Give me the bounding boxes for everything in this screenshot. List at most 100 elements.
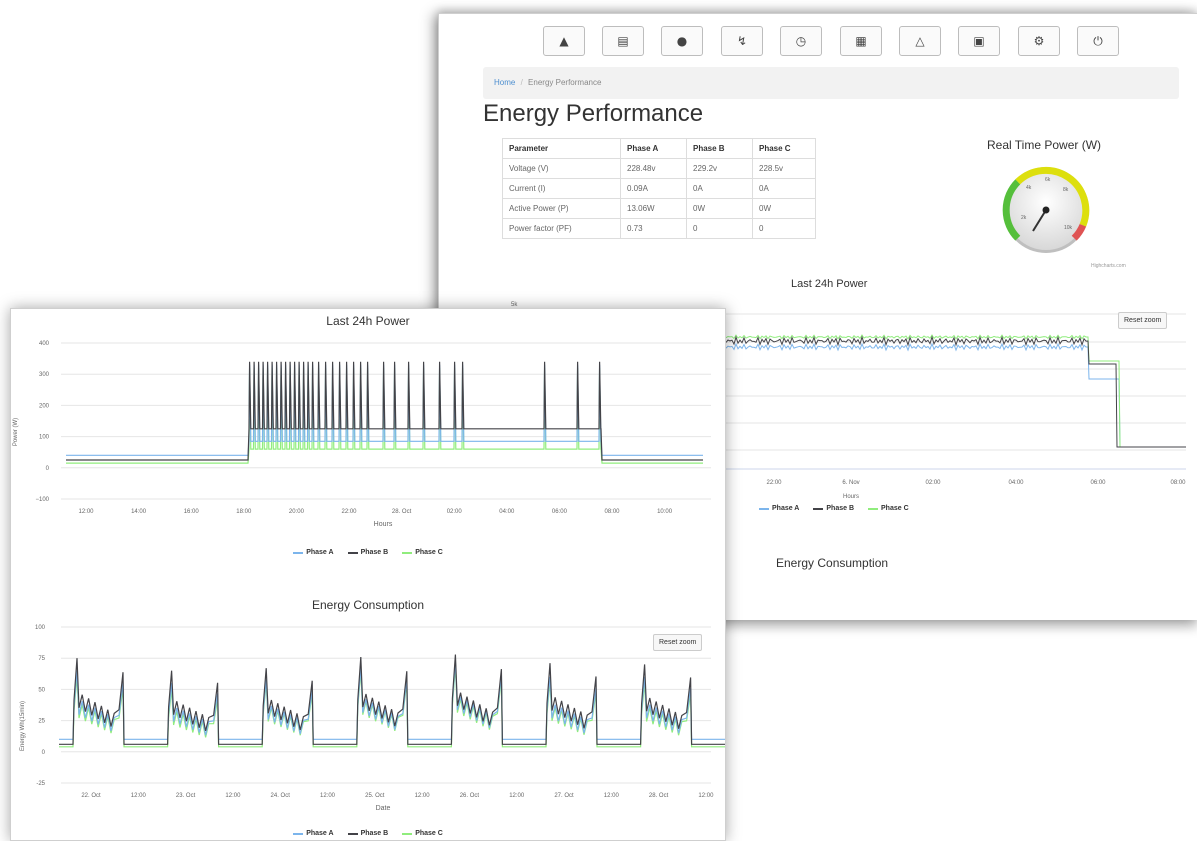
x-tick-label: 6. Nov — [842, 480, 859, 486]
legend-mark — [402, 832, 413, 835]
legend-item-phase-a[interactable]: Phase A — [293, 830, 334, 837]
energy-chart-title: Energy Consumption — [311, 598, 425, 612]
power-icon[interactable]: ⏻ — [1077, 26, 1119, 56]
legend-label: Phase A — [306, 549, 334, 556]
y-tick-label: −100 — [35, 497, 49, 503]
users-icon[interactable]: ● — [661, 26, 703, 56]
x-axis-title: Hours — [843, 494, 859, 500]
legend-item-phase-c[interactable]: Phase C — [868, 505, 909, 512]
gauge-tick-label: 6k — [1045, 177, 1051, 183]
x-tick-label: 16:00 — [184, 509, 200, 515]
bell-icon[interactable]: △ — [899, 26, 941, 56]
x-tick-label: 25. Oct — [365, 793, 385, 799]
table-cell: Power factor (PF) — [502, 218, 621, 239]
legend-label: Phase B — [360, 830, 389, 837]
y-tick-label: 0 — [42, 750, 46, 756]
gauge-title: Real Time Power (W) — [987, 138, 1102, 152]
x-tick-label: 28. Oct — [649, 793, 669, 799]
gauge-credit: Highcharts.com — [1091, 263, 1126, 269]
back-reset-zoom-button[interactable]: Reset zoom — [1118, 312, 1168, 329]
legend-item-phase-a[interactable]: Phase A — [759, 505, 799, 512]
legend-item-phase-c[interactable]: Phase C — [402, 549, 443, 556]
sitemap-icon[interactable]: ▲ — [543, 26, 585, 56]
table-row: Power factor (PF) 0.73 0 0 — [502, 218, 816, 239]
x-tick-label: 04:00 — [1008, 480, 1024, 486]
reset-zoom-button[interactable]: Reset zoom — [653, 634, 703, 651]
table-cell: 0.09A — [620, 178, 687, 199]
x-axis-title: Hours — [374, 521, 393, 528]
table-row: Current (I) 0.09A 0A 0A — [502, 178, 816, 199]
back-power-chart: 22:00 6. Nov 02:00 04:00 06:00 08:00 Hou… — [726, 313, 1186, 500]
legend-mark — [402, 551, 413, 554]
x-tick-label: 24. Oct — [271, 793, 291, 799]
charts-window: Last 24h Power 400 300 200 100 0 −100 12:00 14:… — [10, 308, 726, 841]
table-header: Phase B — [686, 138, 753, 159]
x-tick-label: 02:00 — [925, 480, 941, 486]
x-tick-label: 22:00 — [766, 480, 782, 486]
bolt-icon[interactable]: ↯ — [721, 26, 763, 56]
table-header: Parameter — [502, 138, 621, 159]
x-tick-label: 18:00 — [236, 509, 252, 515]
legend-mark — [293, 832, 304, 835]
x-tick-label: 20:00 — [289, 509, 305, 515]
legend-label: Phase A — [306, 830, 334, 837]
picture-icon[interactable]: ▣ — [958, 26, 1000, 56]
clock-icon[interactable]: ◷ — [780, 26, 822, 56]
table-cell: 228.48v — [620, 158, 687, 179]
table-row: Voltage (V) 228.48v 229.2v 228.5v — [502, 158, 816, 179]
x-tick-label: 02:00 — [447, 509, 463, 515]
legend-mark — [347, 551, 358, 554]
power-chart: 400 300 200 100 0 −100 12:00 14:00 16:00 18:00 20:… — [13, 341, 711, 528]
gear-icon[interactable]: ⚙ — [1018, 26, 1060, 56]
x-tick-label: 12:00 — [509, 793, 525, 799]
y-tick-label: 25 — [38, 719, 45, 725]
gauge-pivot — [1042, 206, 1050, 214]
breadcrumb: Home / Energy Performance — [483, 67, 1179, 99]
breadcrumb-separator: / — [520, 78, 523, 87]
legend-item-phase-c[interactable]: Phase C — [402, 830, 443, 837]
legend-item-phase-b[interactable]: Phase B — [347, 549, 388, 556]
legend-item-phase-a[interactable]: Phase A — [293, 549, 334, 556]
table-row: Active Power (P) 13.06W 0W 0W — [502, 198, 816, 219]
legend-label: Phase B — [826, 505, 854, 512]
y-tick-label: 400 — [39, 341, 50, 347]
breadcrumb-home-link[interactable]: Home — [494, 78, 515, 87]
calendar-icon[interactable]: ▦ — [840, 26, 882, 56]
legend-item-phase-b[interactable]: Phase B — [813, 505, 854, 512]
x-tick-label: 26. Oct — [460, 793, 480, 799]
gauge-tick-label: 10k — [1064, 225, 1073, 231]
y-tick-label: 100 — [39, 435, 50, 441]
table-cell: Current (I) — [502, 178, 621, 199]
legend-mark — [868, 507, 878, 510]
legend-label: Phase C — [415, 830, 443, 837]
parameters-table: Parameter Phase A Phase B Phase C Voltag… — [502, 138, 816, 239]
y-tick-label: -25 — [36, 781, 45, 787]
y-axis-title: Energy Wh(15min) — [20, 701, 26, 751]
series-phase-a — [59, 661, 725, 740]
back-power-chart-title: Last 24h Power — [791, 278, 868, 290]
x-tick-label: 12:00 — [225, 793, 241, 799]
hdd-icon[interactable]: ▤ — [602, 26, 644, 56]
table-header: Phase A — [620, 138, 687, 159]
x-tick-label: 12:00 — [320, 793, 336, 799]
gauge-tick-label: 8k — [1063, 187, 1069, 193]
legend-label: Phase C — [415, 549, 443, 556]
back-series-phase-b — [726, 335, 1186, 448]
table-cell: 0A — [686, 178, 753, 199]
x-tick-label: 06:00 — [1090, 480, 1106, 486]
page-title: Energy Performance — [483, 100, 704, 127]
y-tick-label: 50 — [38, 687, 45, 693]
y-axis-title: Power (W) — [13, 418, 19, 446]
table-cell: 0 — [686, 218, 753, 239]
legend-label: Phase C — [881, 505, 909, 512]
legend-mark — [759, 507, 769, 510]
energy-legend: Phase A Phase B Phase C — [11, 830, 725, 837]
x-tick-label: 04:00 — [499, 509, 515, 515]
x-tick-label: 12:00 — [131, 793, 147, 799]
x-tick-label: 22. Oct — [81, 793, 101, 799]
power-legend: Phase A Phase B Phase C — [11, 549, 725, 556]
real-time-power-gauge: 2k 4k 6k 8k 10k — [1002, 166, 1090, 253]
x-tick-label: 22:00 — [341, 509, 357, 515]
series-phase-c — [59, 666, 725, 748]
legend-item-phase-b[interactable]: Phase B — [347, 830, 389, 837]
